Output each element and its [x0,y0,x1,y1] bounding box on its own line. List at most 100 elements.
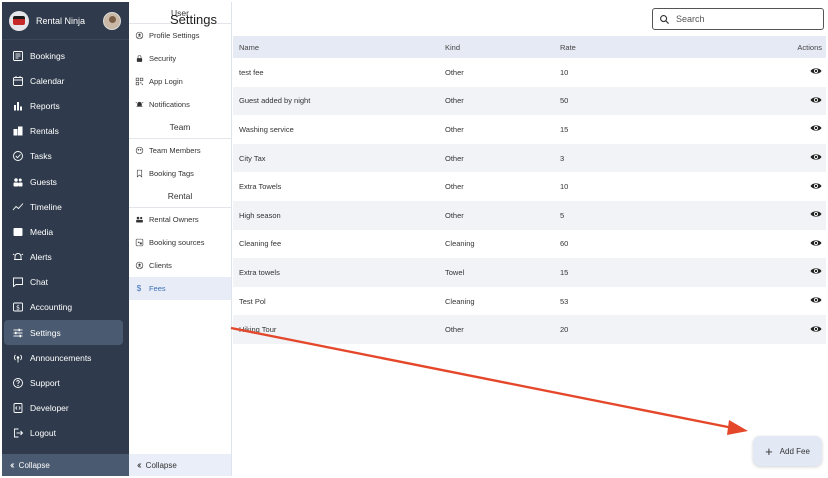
table-row[interactable]: Guest added by night Other 50 [233,86,826,116]
settings-icon [12,327,24,339]
dollar-icon: $ [136,284,142,293]
search-input[interactable] [676,14,816,24]
settings-item-security[interactable]: Security [129,47,231,70]
sidebar-item-label: Developer [30,403,69,414]
view-eye-icon[interactable] [810,265,822,279]
sidebar-item-label: Reports [30,100,60,111]
sidebar-item-guests[interactable]: Guests [4,169,123,194]
column-header-name[interactable]: Name [233,43,445,52]
settings-item-label: Profile Settings [149,31,200,40]
search-box[interactable] [652,8,824,30]
table-body: test fee Other 10 Guest added by night Other… [233,58,826,344]
lock-icon [134,54,144,64]
sidebar-item-timeline[interactable]: Timeline [4,194,123,219]
fee-kind-cell: Other [445,96,464,106]
collapse-label: Collapse [18,460,50,470]
fee-kind-cell: Cleaning [445,239,475,249]
table-row[interactable]: Hiking Tour Other 20 [233,315,826,344]
sidebar-item-developer[interactable]: Developer [4,396,123,421]
sidebar-item-logout[interactable]: Logout [4,421,123,446]
settings-item-label: Booking sources [149,238,205,247]
avatar[interactable] [103,11,121,30]
settings-item-label: Clients [149,261,172,270]
view-eye-icon[interactable] [810,323,822,337]
settings-collapse-button[interactable]: ‹‹ Collapse [129,454,231,476]
settings-item-label: Rental Owners [149,215,199,224]
settings-item-profile-settings[interactable]: Profile Settings [129,24,231,47]
app-window: Rental Ninja Bookings Calendar Reports Rent… [2,2,826,476]
sidebar-item-accounting[interactable]: $ Accounting [4,295,123,320]
column-header-kind[interactable]: Kind [445,43,560,52]
view-eye-icon[interactable] [810,151,822,165]
view-eye-icon[interactable] [810,208,822,222]
add-fee-button[interactable]: + Add Fee [753,436,822,466]
settings-item-booking-sources[interactable]: Booking sources [129,231,231,254]
sidebar-item-reports[interactable]: Reports [4,93,123,118]
fee-kind-cell: Other [445,124,464,134]
tasks-icon [12,150,24,162]
sidebar-item-media[interactable]: Media [4,219,123,244]
table-row[interactable]: Cleaning fee Cleaning 60 [233,230,826,259]
fee-rate-cell: 10 [560,182,569,192]
fee-name-cell: High season [239,210,281,220]
fee-kind-cell: Other [445,67,464,77]
view-eye-icon[interactable] [810,122,822,136]
settings-item-team-members[interactable]: Team Members [129,139,231,162]
actions-cell [795,294,826,308]
view-eye-icon[interactable] [810,65,822,79]
view-eye-icon[interactable] [810,294,822,308]
settings-menu: User Profile Settings Security App Login Not… [129,2,232,476]
sidebar-item-announcements[interactable]: Announcements [4,345,123,370]
sidebar-item-support[interactable]: Support [4,370,123,395]
sidebar-item-chat[interactable]: Chat [4,270,123,295]
media-icon [12,226,24,238]
brand-header[interactable]: Rental Ninja [2,2,129,40]
sidebar-item-tasks[interactable]: Tasks [4,144,123,169]
table-row[interactable]: Extra Towels Other 10 [233,172,826,201]
fee-kind-cell: Other [445,153,464,163]
sidebar: Rental Ninja Bookings Calendar Reports Rent… [2,2,129,476]
fee-rate-cell: 60 [560,239,569,249]
settings-item-app-login[interactable]: App Login [129,70,231,93]
actions-cell [795,65,826,79]
sidebar-item-label: Media [30,226,54,237]
sidebar-item-alerts[interactable]: Alerts [4,245,123,270]
actions-cell [795,323,826,337]
settings-item-fees[interactable]: $ Fees [129,277,231,300]
bookmark-icon [134,169,144,179]
column-header-rate[interactable]: Rate [560,43,795,52]
sidebar-item-label: Announcements [30,352,92,363]
settings-item-rental-owners[interactable]: Rental Owners [129,208,231,231]
table-row[interactable]: test fee Other 10 [233,58,826,87]
sidebar-item-settings[interactable]: Settings [4,320,123,346]
settings-item-notifications[interactable]: Notifications [129,93,231,116]
sidebar-item-bookings[interactable]: Bookings [4,43,123,68]
settings-item-label: Booking Tags [149,169,194,178]
sidebar-item-rentals[interactable]: Rentals [4,119,123,144]
actions-cell [795,122,826,136]
settings-item-label: Team Members [149,146,201,155]
table-row[interactable]: High season Other 5 [233,200,826,230]
view-eye-icon[interactable] [810,180,822,194]
sidebar-collapse-button[interactable]: ‹‹ Collapse [2,454,129,476]
view-eye-icon[interactable] [810,237,822,251]
table-row[interactable]: Washing service Other 15 [233,115,826,144]
settings-item-label: App Login [149,77,183,86]
sidebar-item-label: Timeline [30,201,62,212]
table-row[interactable]: City Tax Other 3 [233,143,826,173]
sidebar-item-calendar[interactable]: Calendar [4,68,123,93]
fee-rate-cell: 53 [560,296,569,306]
table-row[interactable]: Test Pol Cleaning 53 [233,287,826,316]
view-eye-icon[interactable] [810,94,822,108]
table-row[interactable]: Extra towels Towel 15 [233,258,826,287]
fee-kind-cell: Other [445,182,464,192]
sidebar-item-label: Alerts [30,252,52,263]
settings-item-clients[interactable]: Clients [129,254,231,277]
collapse-label: Collapse [145,460,177,470]
settings-section-team: Team [129,116,231,139]
svg-text:$: $ [16,305,20,312]
sidebar-item-label: Logout [30,428,56,439]
settings-item-booking-tags[interactable]: Booking Tags [129,162,231,185]
fee-rate-cell: 10 [560,67,569,77]
sidebar-item-label: Guests [30,176,57,187]
